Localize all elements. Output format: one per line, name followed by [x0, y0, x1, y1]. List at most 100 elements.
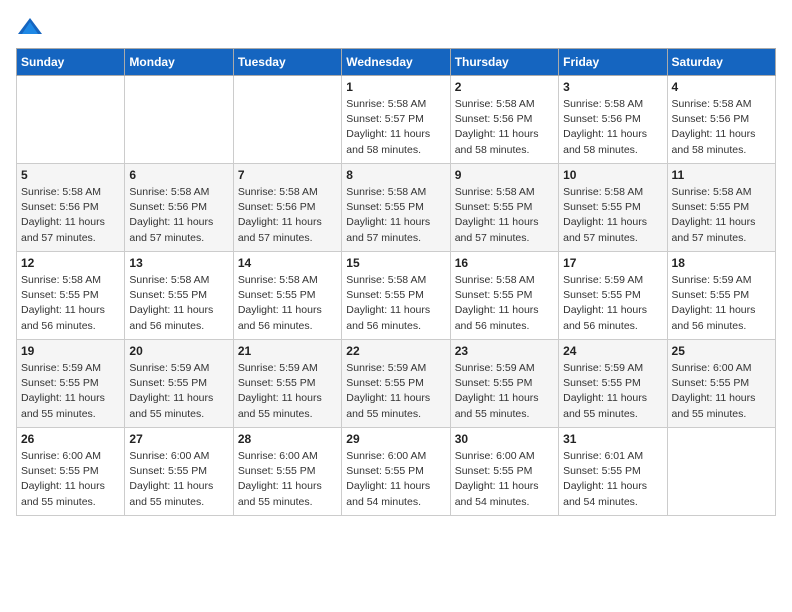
calendar-cell	[233, 76, 341, 164]
day-info: Sunrise: 5:59 AMSunset: 5:55 PMDaylight:…	[672, 273, 771, 334]
day-number: 12	[21, 256, 120, 270]
day-number: 17	[563, 256, 662, 270]
day-number: 24	[563, 344, 662, 358]
day-number: 26	[21, 432, 120, 446]
day-number: 16	[455, 256, 554, 270]
calendar-week-row: 19 Sunrise: 5:59 AMSunset: 5:55 PMDayligh…	[17, 340, 776, 428]
day-info: Sunrise: 5:58 AMSunset: 5:55 PMDaylight:…	[129, 273, 228, 334]
calendar-cell: 6Sunrise: 5:58 AMSunset: 5:56 PMDaylight…	[125, 164, 233, 252]
calendar-cell: 4Sunrise: 5:58 AMSunset: 5:56 PMDaylight…	[667, 76, 775, 164]
day-info: Sunrise: 5:59 AMSunset: 5:55 PMDaylight:…	[238, 361, 337, 422]
calendar-cell: 17 Sunrise: 5:59 AMSunset: 5:55 PMDayligh…	[559, 252, 667, 340]
day-info: Sunrise: 5:59 AMSunset: 5:55 PMDaylight:…	[563, 361, 662, 422]
day-number: 8	[346, 168, 445, 182]
calendar-cell: 30 Sunrise: 6:00 AMSunset: 5:55 PMDayligh…	[450, 428, 558, 516]
calendar-cell: 22Sunrise: 5:59 AMSunset: 5:55 PMDayligh…	[342, 340, 450, 428]
day-info: Sunrise: 5:58 AMSunset: 5:56 PMDaylight:…	[238, 185, 337, 246]
calendar-cell: 29 Sunrise: 6:00 AMSunset: 5:55 PMDayligh…	[342, 428, 450, 516]
day-number: 29	[346, 432, 445, 446]
calendar-cell: 1 Sunrise: 5:58 AMSunset: 5:57 PMDaylight…	[342, 76, 450, 164]
day-info: Sunrise: 5:58 AMSunset: 5:55 PMDaylight:…	[455, 185, 554, 246]
day-info: Sunrise: 6:00 AMSunset: 5:55 PMDaylight:…	[238, 449, 337, 510]
calendar-cell: 27 Sunrise: 6:00 AMSunset: 5:55 PMDayligh…	[125, 428, 233, 516]
day-info: Sunrise: 6:00 AMSunset: 5:55 PMDaylight:…	[129, 449, 228, 510]
day-info: Sunrise: 5:59 AMSunset: 5:55 PMDaylight:…	[455, 361, 554, 422]
day-info: Sunrise: 5:58 AMSunset: 5:55 PMDaylight:…	[455, 273, 554, 334]
calendar-week-row: 5 Sunrise: 5:58 AMSunset: 5:56 PMDaylight…	[17, 164, 776, 252]
calendar-cell: 7 Sunrise: 5:58 AMSunset: 5:56 PMDaylight…	[233, 164, 341, 252]
day-number: 15	[346, 256, 445, 270]
day-number: 19	[21, 344, 120, 358]
weekday-header: Monday	[125, 49, 233, 76]
calendar-header-row: SundayMondayTuesdayWednesdayThursdayFrid…	[17, 49, 776, 76]
calendar-table: SundayMondayTuesdayWednesdayThursdayFrid…	[16, 48, 776, 516]
weekday-header: Sunday	[17, 49, 125, 76]
day-number: 18	[672, 256, 771, 270]
calendar-week-row: 12 Sunrise: 5:58 AMSunset: 5:55 PMDayligh…	[17, 252, 776, 340]
calendar-cell: 8 Sunrise: 5:58 AMSunset: 5:55 PMDaylight…	[342, 164, 450, 252]
day-number: 1	[346, 80, 445, 94]
day-info: Sunrise: 5:58 AMSunset: 5:56 PMDaylight:…	[21, 185, 120, 246]
day-number: 3	[563, 80, 662, 94]
weekday-header: Friday	[559, 49, 667, 76]
day-number: 5	[21, 168, 120, 182]
day-info: Sunrise: 5:58 AMSunset: 5:55 PMDaylight:…	[238, 273, 337, 334]
day-info: Sunrise: 5:58 AMSunset: 5:57 PMDaylight:…	[346, 97, 445, 158]
day-info: Sunrise: 5:59 AMSunset: 5:55 PMDaylight:…	[563, 273, 662, 334]
day-number: 2	[455, 80, 554, 94]
day-info: Sunrise: 6:00 AMSunset: 5:55 PMDaylight:…	[455, 449, 554, 510]
day-number: 31	[563, 432, 662, 446]
day-info: Sunrise: 6:00 AMSunset: 5:55 PMDaylight:…	[672, 361, 771, 422]
calendar-cell: 5 Sunrise: 5:58 AMSunset: 5:56 PMDaylight…	[17, 164, 125, 252]
calendar-cell	[125, 76, 233, 164]
day-number: 6	[129, 168, 228, 182]
day-number: 22	[346, 344, 445, 358]
calendar-cell: 16 Sunrise: 5:58 AMSunset: 5:55 PMDayligh…	[450, 252, 558, 340]
calendar-cell: 14Sunrise: 5:58 AMSunset: 5:55 PMDayligh…	[233, 252, 341, 340]
day-info: Sunrise: 6:00 AMSunset: 5:55 PMDaylight:…	[21, 449, 120, 510]
day-info: Sunrise: 5:58 AMSunset: 5:55 PMDaylight:…	[346, 185, 445, 246]
day-info: Sunrise: 5:58 AMSunset: 5:56 PMDaylight:…	[455, 97, 554, 158]
calendar-cell: 10Sunrise: 5:58 AMSunset: 5:55 PMDayligh…	[559, 164, 667, 252]
calendar-week-row: 26 Sunrise: 6:00 AMSunset: 5:55 PMDayligh…	[17, 428, 776, 516]
logo-icon	[16, 16, 44, 36]
day-info: Sunrise: 6:00 AMSunset: 5:55 PMDaylight:…	[346, 449, 445, 510]
calendar-cell: 2 Sunrise: 5:58 AMSunset: 5:56 PMDaylight…	[450, 76, 558, 164]
day-info: Sunrise: 5:59 AMSunset: 5:55 PMDaylight:…	[129, 361, 228, 422]
day-number: 10	[563, 168, 662, 182]
day-info: Sunrise: 5:58 AMSunset: 5:56 PMDaylight:…	[672, 97, 771, 158]
calendar-cell: 26 Sunrise: 6:00 AMSunset: 5:55 PMDayligh…	[17, 428, 125, 516]
calendar-cell: 31 Sunrise: 6:01 AMSunset: 5:55 PMDayligh…	[559, 428, 667, 516]
calendar-cell: 24 Sunrise: 5:59 AMSunset: 5:55 PMDayligh…	[559, 340, 667, 428]
day-info: Sunrise: 5:58 AMSunset: 5:55 PMDaylight:…	[346, 273, 445, 334]
weekday-header: Thursday	[450, 49, 558, 76]
calendar-week-row: 1 Sunrise: 5:58 AMSunset: 5:57 PMDaylight…	[17, 76, 776, 164]
calendar-cell: 28 Sunrise: 6:00 AMSunset: 5:55 PMDayligh…	[233, 428, 341, 516]
calendar-cell: 19 Sunrise: 5:59 AMSunset: 5:55 PMDayligh…	[17, 340, 125, 428]
day-number: 7	[238, 168, 337, 182]
day-number: 25	[672, 344, 771, 358]
day-number: 9	[455, 168, 554, 182]
day-number: 30	[455, 432, 554, 446]
day-info: Sunrise: 5:59 AMSunset: 5:55 PMDaylight:…	[21, 361, 120, 422]
weekday-header: Wednesday	[342, 49, 450, 76]
calendar-cell: 15 Sunrise: 5:58 AMSunset: 5:55 PMDayligh…	[342, 252, 450, 340]
weekday-header: Saturday	[667, 49, 775, 76]
day-number: 13	[129, 256, 228, 270]
calendar-cell	[667, 428, 775, 516]
calendar-cell: 9 Sunrise: 5:58 AMSunset: 5:55 PMDaylight…	[450, 164, 558, 252]
day-number: 23	[455, 344, 554, 358]
calendar-cell: 23 Sunrise: 5:59 AMSunset: 5:55 PMDayligh…	[450, 340, 558, 428]
day-info: Sunrise: 5:58 AMSunset: 5:55 PMDaylight:…	[672, 185, 771, 246]
calendar-cell: 13 Sunrise: 5:58 AMSunset: 5:55 PMDayligh…	[125, 252, 233, 340]
calendar-cell: 21Sunrise: 5:59 AMSunset: 5:55 PMDayligh…	[233, 340, 341, 428]
day-info: Sunrise: 5:58 AMSunset: 5:56 PMDaylight:…	[563, 97, 662, 158]
day-number: 27	[129, 432, 228, 446]
day-info: Sunrise: 6:01 AMSunset: 5:55 PMDaylight:…	[563, 449, 662, 510]
logo	[16, 16, 48, 36]
day-info: Sunrise: 5:58 AMSunset: 5:55 PMDaylight:…	[21, 273, 120, 334]
day-number: 28	[238, 432, 337, 446]
calendar-cell	[17, 76, 125, 164]
weekday-header: Tuesday	[233, 49, 341, 76]
day-number: 11	[672, 168, 771, 182]
